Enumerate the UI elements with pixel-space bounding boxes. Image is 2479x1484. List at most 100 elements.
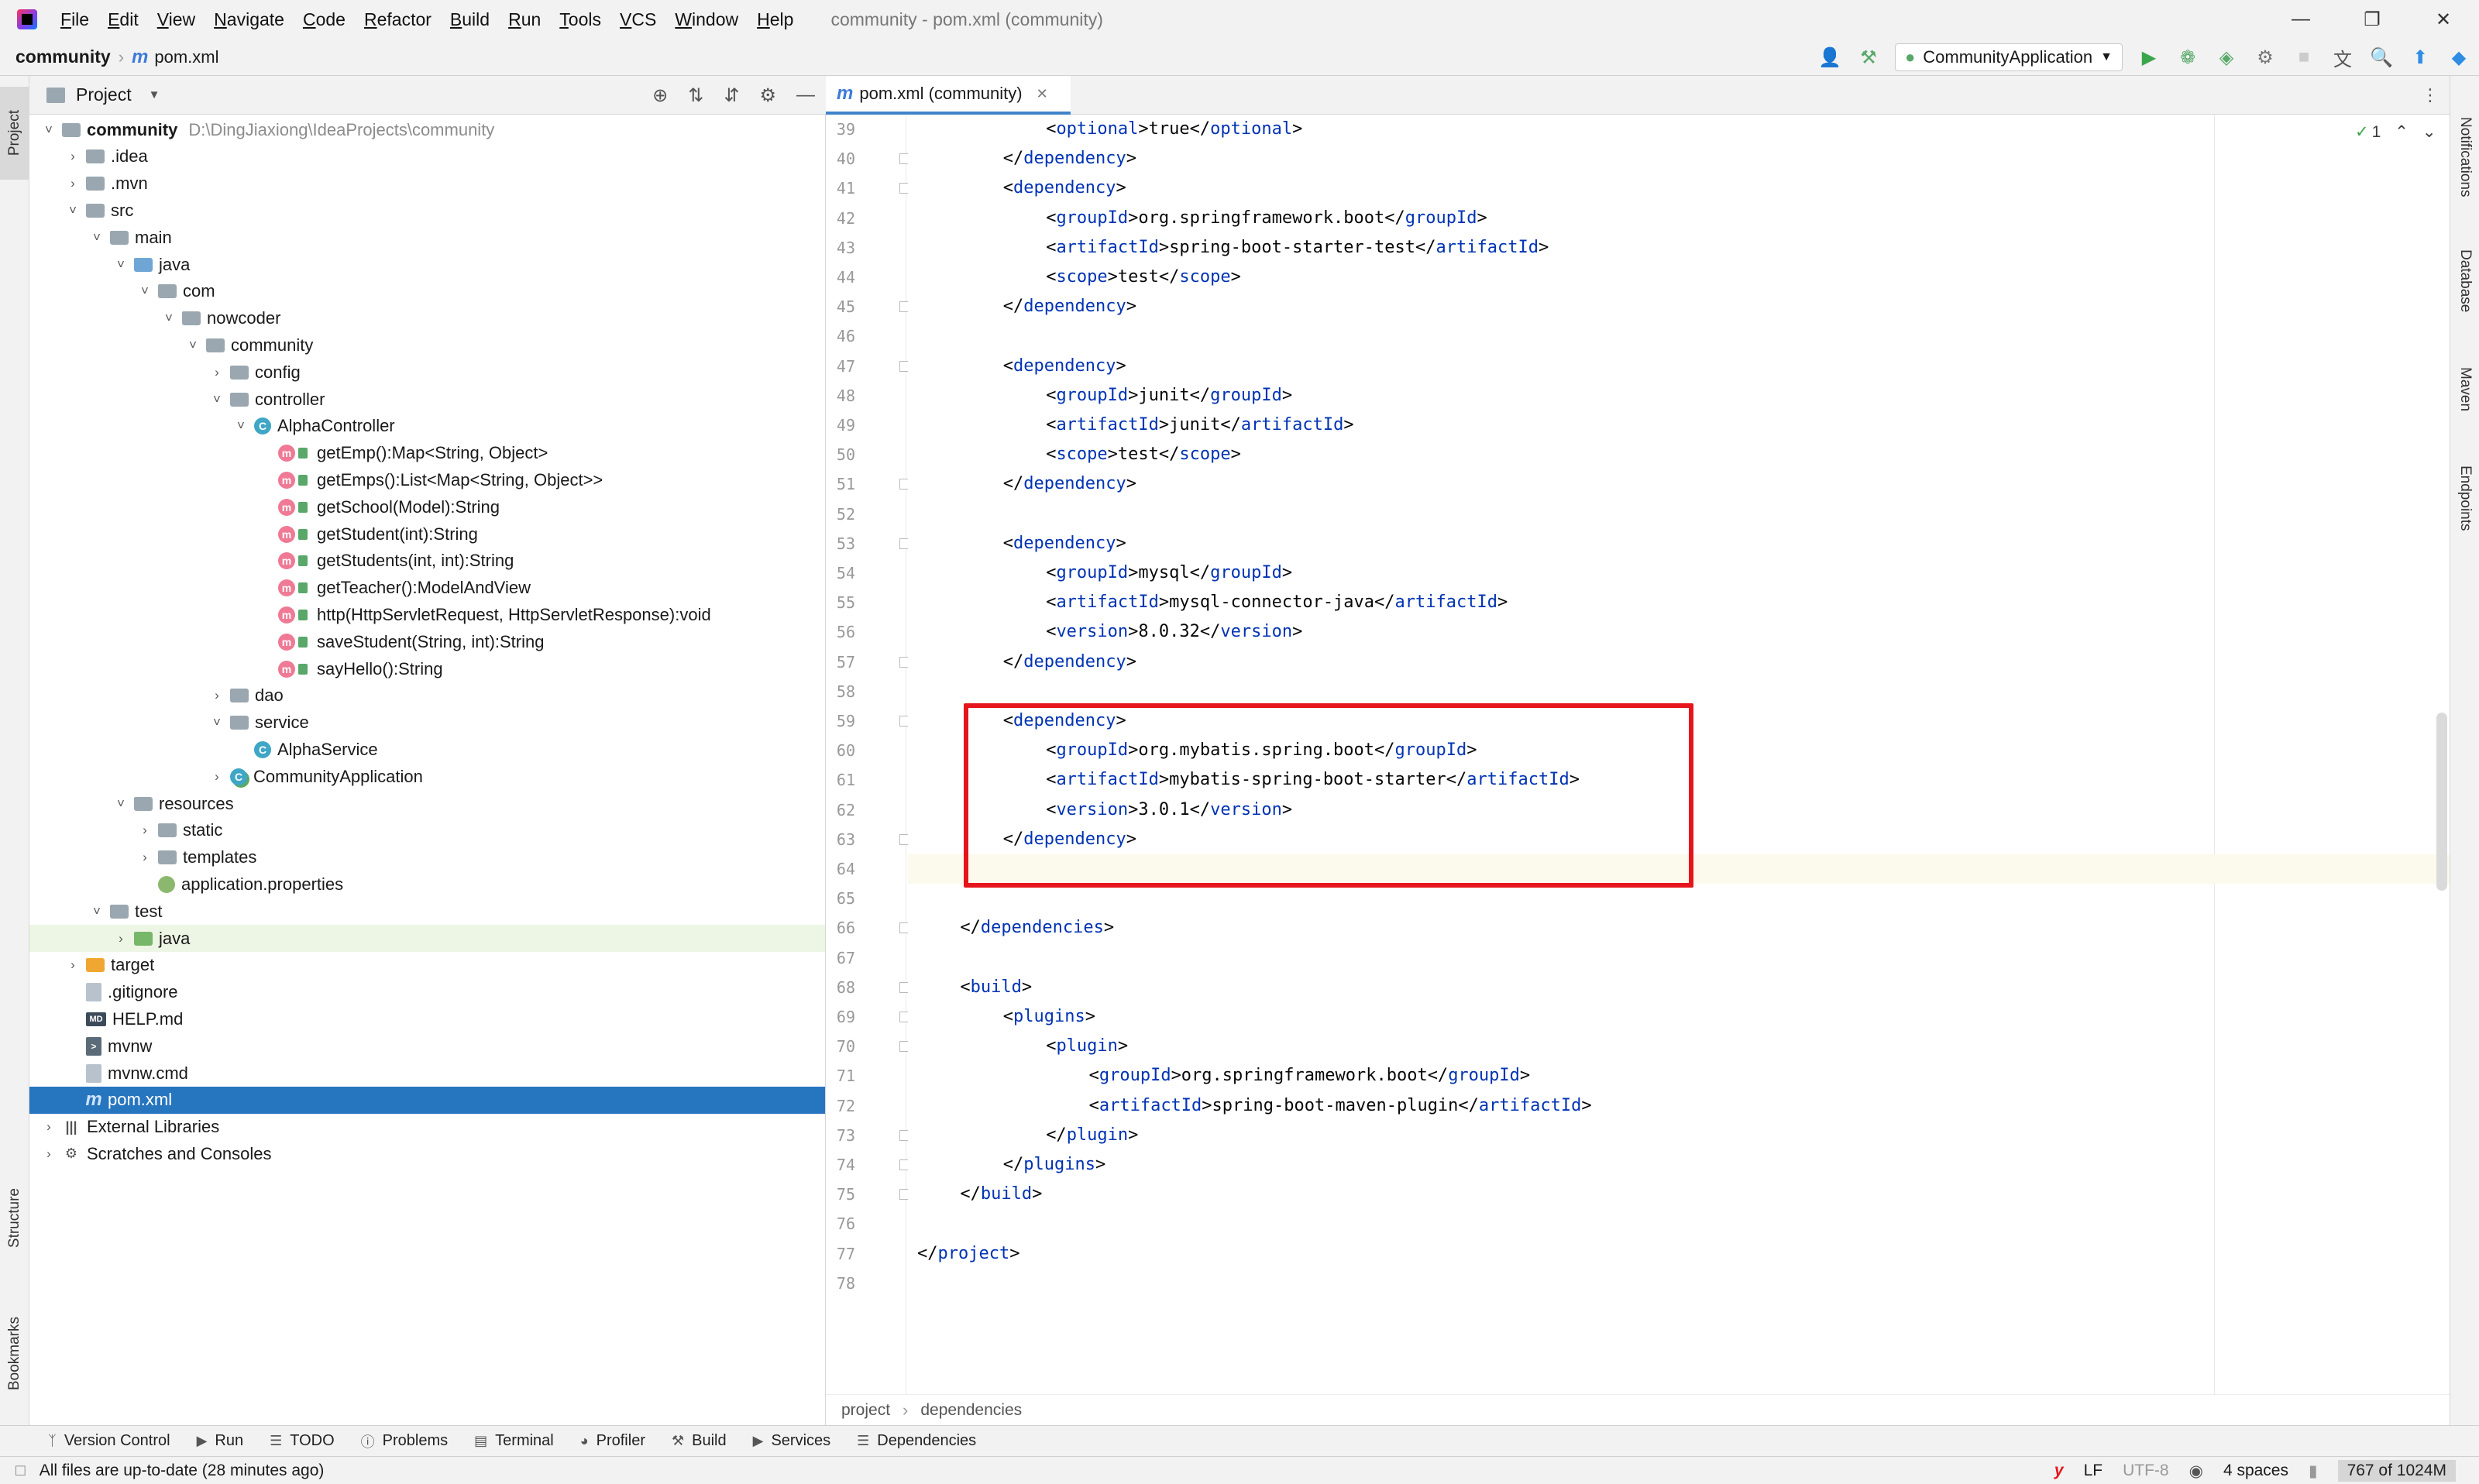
- menu-window[interactable]: Window: [665, 9, 748, 30]
- chevron-right-icon[interactable]: ›: [42, 1119, 56, 1135]
- tree-item[interactable]: ˅ resources: [29, 790, 825, 817]
- indent-setting[interactable]: 4 spaces: [2223, 1462, 2288, 1480]
- tree-item[interactable]: › config: [29, 359, 825, 386]
- tree-item[interactable]: ˅ src: [29, 197, 825, 224]
- tree-item[interactable]: ˅ service: [29, 709, 825, 737]
- editor-tab-pom[interactable]: m pom.xml (community) ✕: [826, 76, 1071, 115]
- notifications-tool-tab[interactable]: Notifications: [2450, 91, 2479, 223]
- tree-item[interactable]: ˅ community D:\DingJiaxiong\IdeaProjects\c…: [29, 116, 825, 143]
- tree-item[interactable]: m getEmps():List<Map<String, Object>>: [29, 466, 825, 493]
- breadcrumb-item-dependencies[interactable]: dependencies: [920, 1401, 1022, 1420]
- tree-item[interactable]: › ||| External Libraries: [29, 1114, 825, 1141]
- tree-item[interactable]: m pom.xml: [29, 1086, 825, 1114]
- run-configuration-select[interactable]: ● CommunityApplication ▼: [1894, 43, 2123, 71]
- file-encoding[interactable]: UTF-8: [2123, 1462, 2169, 1480]
- chevron-right-icon[interactable]: ›: [114, 931, 128, 946]
- editor-scrollbar[interactable]: [2436, 713, 2447, 891]
- breadcrumb-item-project[interactable]: project: [841, 1401, 890, 1420]
- minimize-icon[interactable]: —: [2265, 0, 2336, 39]
- chevron-down-icon[interactable]: ˅: [114, 257, 128, 273]
- tree-item[interactable]: application.properties: [29, 871, 825, 898]
- update-icon[interactable]: ⬆: [2408, 45, 2433, 70]
- chevron-down-icon[interactable]: ⌄: [2422, 122, 2436, 142]
- chevron-down-icon[interactable]: ˅: [90, 904, 104, 919]
- chevron-right-icon[interactable]: ›: [66, 176, 80, 191]
- run-icon[interactable]: ▶: [2137, 45, 2161, 70]
- tree-item[interactable]: ˅ C AlphaController: [29, 413, 825, 440]
- menu-refactor[interactable]: Refactor: [355, 9, 441, 30]
- restore-icon[interactable]: ❐: [2336, 0, 2408, 39]
- translate-icon[interactable]: 文: [2330, 45, 2355, 70]
- chevron-down-icon[interactable]: ▼: [149, 88, 160, 101]
- chevron-down-icon[interactable]: ˅: [162, 311, 176, 326]
- build-hammer-icon[interactable]: ⚒: [1856, 45, 1881, 70]
- profile-icon[interactable]: ⚙: [2253, 45, 2278, 70]
- todo-tool[interactable]: ☰ TODO: [270, 1432, 335, 1450]
- project-view-select[interactable]: Project: [76, 84, 132, 105]
- tree-item[interactable]: m getTeacher():ModelAndView: [29, 575, 825, 602]
- line-separator[interactable]: LF: [2084, 1462, 2103, 1480]
- close-icon[interactable]: ✕: [2408, 0, 2479, 39]
- menu-run[interactable]: Run: [499, 9, 550, 30]
- tree-item[interactable]: m saveStudent(String, int):String: [29, 628, 825, 655]
- tree-item[interactable]: › ⚙ Scratches and Consoles: [29, 1140, 825, 1167]
- chevron-right-icon[interactable]: ›: [210, 688, 224, 703]
- chevron-down-icon[interactable]: ˅: [138, 283, 152, 299]
- menu-tools[interactable]: Tools: [550, 9, 610, 30]
- tree-item[interactable]: m getStudent(int):String: [29, 520, 825, 548]
- tree-item[interactable]: m getEmp():Map<String, Object>: [29, 440, 825, 467]
- locate-icon[interactable]: ⊕: [652, 84, 668, 107]
- lock-icon[interactable]: ▮: [2309, 1462, 2318, 1481]
- status-message[interactable]: All files are up-to-date (28 minutes ago…: [40, 1462, 325, 1480]
- profiler-tool[interactable]: ◕ Profiler: [580, 1432, 645, 1450]
- tree-item[interactable]: › templates: [29, 844, 825, 871]
- tree-item[interactable]: ˅ nowcoder: [29, 305, 825, 332]
- breadcrumb-file[interactable]: pom.xml: [154, 47, 218, 67]
- tree-item[interactable]: ˅ java: [29, 251, 825, 278]
- tree-item[interactable]: ˅ test: [29, 898, 825, 925]
- eye-icon[interactable]: ◉: [2189, 1462, 2203, 1481]
- tree-item[interactable]: m getSchool(Model):String: [29, 493, 825, 520]
- chevron-up-icon[interactable]: ⌃: [2395, 122, 2409, 142]
- database-tool-tab[interactable]: Database: [2450, 231, 2479, 331]
- chevron-right-icon[interactable]: ›: [138, 823, 152, 838]
- tree-item[interactable]: › C CommunityApplication: [29, 763, 825, 790]
- stop-icon[interactable]: ■: [2292, 45, 2316, 70]
- chevron-down-icon[interactable]: ˅: [234, 418, 248, 434]
- chevron-down-icon[interactable]: ˅: [42, 122, 56, 138]
- maven-tool-tab[interactable]: Maven: [2450, 347, 2479, 432]
- tree-item[interactable]: MD HELP.md: [29, 1005, 825, 1032]
- hide-panel-icon[interactable]: —: [796, 84, 815, 106]
- menu-navigate[interactable]: Navigate: [205, 9, 294, 30]
- chevron-right-icon[interactable]: ›: [210, 365, 224, 380]
- endpoints-tool-tab[interactable]: Endpoints: [2450, 448, 2479, 548]
- close-tab-icon[interactable]: ✕: [1037, 86, 1048, 102]
- chevron-right-icon[interactable]: ›: [42, 1146, 56, 1162]
- tree-item[interactable]: m sayHello():String: [29, 655, 825, 682]
- menu-vcs[interactable]: VCS: [610, 9, 665, 30]
- plugin-icon[interactable]: ◆: [2446, 45, 2471, 70]
- problems-tool[interactable]: ⓘ Problems: [361, 1431, 448, 1451]
- tree-item[interactable]: ˅ community: [29, 331, 825, 359]
- more-tabs-icon[interactable]: ⋮: [2422, 85, 2439, 105]
- yaml-plugin-icon[interactable]: y: [2054, 1462, 2064, 1480]
- breadcrumb-project[interactable]: community: [15, 46, 111, 67]
- coverage-icon[interactable]: ◈: [2214, 45, 2239, 70]
- structure-tool-tab[interactable]: Structure: [0, 1168, 29, 1269]
- dependencies-tool[interactable]: ☰ Dependencies: [857, 1432, 976, 1450]
- tree-item[interactable]: › java: [29, 925, 825, 952]
- chevron-right-icon[interactable]: ›: [138, 850, 152, 865]
- services-tool[interactable]: ▶ Services: [753, 1432, 831, 1450]
- tree-item[interactable]: C AlphaService: [29, 736, 825, 763]
- build-tool[interactable]: ⚒ Build: [672, 1432, 727, 1450]
- version-control-tool[interactable]: ᛉ Version Control: [48, 1432, 170, 1450]
- chevron-right-icon[interactable]: ›: [210, 769, 224, 785]
- expand-all-icon[interactable]: ⇅: [688, 84, 703, 107]
- chevron-down-icon[interactable]: ˅: [210, 715, 224, 730]
- tree-item[interactable]: mvnw.cmd: [29, 1060, 825, 1087]
- tree-item[interactable]: m getStudents(int, int):String: [29, 548, 825, 575]
- panel-toggle-icon[interactable]: □: [15, 1462, 26, 1480]
- gear-icon[interactable]: ⚙: [759, 84, 776, 107]
- chevron-down-icon[interactable]: ˅: [186, 338, 200, 353]
- tree-item[interactable]: › static: [29, 817, 825, 844]
